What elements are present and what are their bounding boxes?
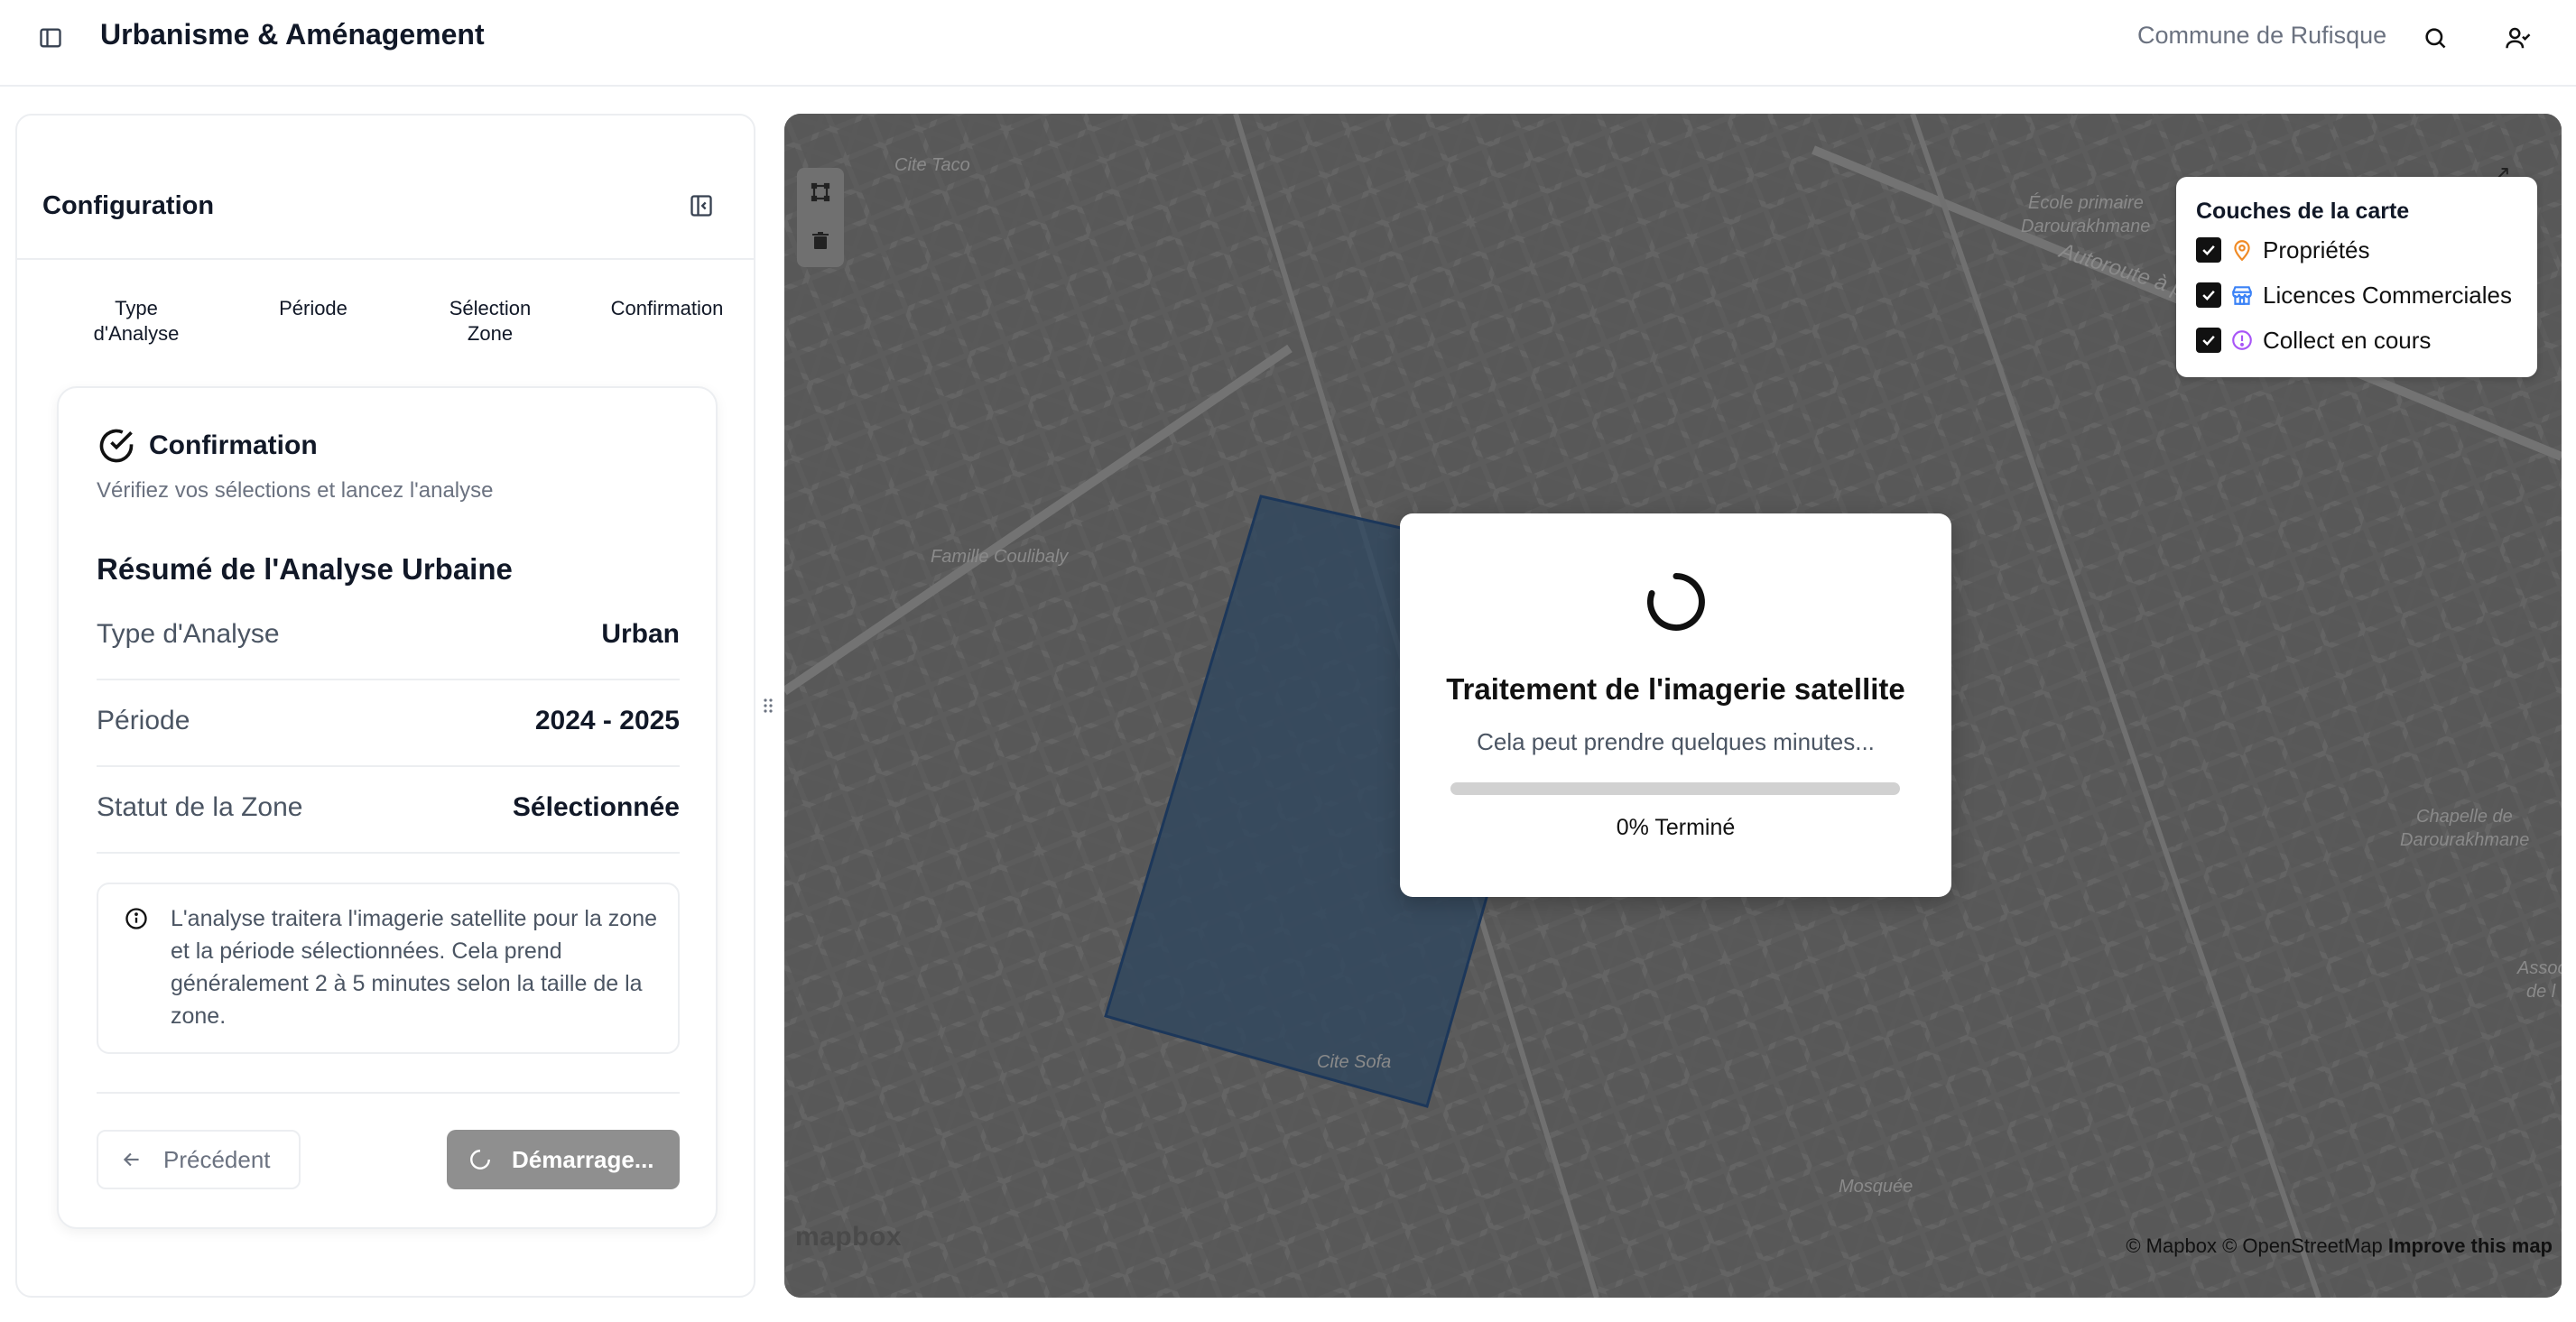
map-label: Cite Taco	[894, 155, 970, 175]
card-title-text: Confirmation	[149, 430, 318, 460]
summary-key: Période	[97, 706, 190, 735]
trash-icon	[812, 232, 829, 249]
sidebar-toggle-button[interactable]	[32, 20, 69, 56]
configuration-panel: Configuration Type d'Analyse Période Sél…	[15, 114, 755, 1298]
draw-controls	[797, 168, 844, 267]
step-label: Confirmation	[610, 297, 724, 319]
start-analysis-button[interactable]: Démarrage...	[447, 1130, 680, 1189]
summary-value: Urban	[601, 619, 680, 649]
user-check-icon	[2506, 27, 2531, 49]
delete-shape-button[interactable]	[797, 217, 844, 265]
step-type-analyse[interactable]: Type d'Analyse	[55, 296, 218, 347]
check-icon	[2202, 335, 2215, 346]
map-label: Cite Sofa	[1317, 1052, 1392, 1072]
check-circle-icon	[99, 429, 134, 463]
search-icon	[2425, 28, 2446, 49]
summary-key: Statut de la Zone	[97, 792, 303, 822]
confirmation-card: Confirmation Vérifiez vos sélections et …	[57, 386, 718, 1229]
map-view[interactable]: Cite Taco École primaire Darourakhmane A…	[784, 114, 2562, 1298]
map-layers-panel: Couches de la carte Propriétés Licences …	[2176, 177, 2537, 377]
step-confirmation[interactable]: Confirmation	[586, 296, 748, 321]
layer-label: Propriétés	[2263, 236, 2370, 263]
alert-circle-icon	[2232, 330, 2252, 350]
map-label: Darourakhmane	[2400, 830, 2530, 850]
attribution-mapbox[interactable]: © Mapbox	[2126, 1234, 2217, 1257]
modal-title: Traitement de l'imagerie satellite	[1446, 672, 1905, 706]
polygon-icon	[811, 182, 830, 202]
previous-label: Précédent	[163, 1145, 271, 1173]
step-label: Sélection	[449, 297, 532, 319]
spinner-icon	[1646, 573, 1705, 631]
card-title: Confirmation	[97, 426, 318, 466]
loader-icon	[470, 1150, 490, 1169]
map-label: Darourakhmane	[2021, 217, 2151, 236]
pin-icon	[2234, 240, 2250, 262]
map-label: Assoc	[2517, 958, 2562, 978]
store-icon	[2232, 286, 2252, 305]
checkbox[interactable]	[2196, 328, 2221, 353]
step-label: d'Analyse	[93, 322, 180, 345]
summary-value: 2024 - 2025	[534, 706, 680, 735]
step-selection-zone[interactable]: Sélection Zone	[409, 296, 571, 347]
checkbox[interactable]	[2196, 237, 2221, 263]
info-icon	[125, 908, 147, 929]
summary-row-zone: Statut de la Zone Sélectionnée	[97, 767, 680, 854]
check-icon	[2202, 290, 2215, 300]
info-text: L'analyse traitera l'imagerie satellite …	[171, 906, 658, 1029]
layers-title: Couches de la carte	[2196, 199, 2410, 224]
sidebar-icon	[40, 28, 61, 48]
layer-toggle-licences[interactable]: Licences Commerciales	[2196, 280, 2512, 310]
layer-toggle-proprietes[interactable]: Propriétés	[2196, 235, 2370, 265]
commune-name: Commune de Rufisque	[2137, 22, 2387, 49]
stepper: Type d'Analyse Période Sélection Zone Co…	[17, 296, 754, 368]
collapse-panel-button[interactable]	[683, 188, 719, 224]
map-label: Mosquée	[1839, 1177, 1913, 1197]
card-subtitle: Vérifiez vos sélections et lancez l'anal…	[97, 478, 494, 503]
search-button[interactable]	[2415, 18, 2455, 58]
progress-bar	[1450, 782, 1900, 795]
layer-label: Licences Commerciales	[2263, 281, 2512, 309]
grip-icon	[764, 698, 773, 713]
map-label: École primaire	[2028, 193, 2144, 213]
layer-label: Collect en cours	[2263, 326, 2432, 354]
checkbox[interactable]	[2196, 282, 2221, 308]
summary-row-periode: Période 2024 - 2025	[97, 680, 680, 767]
resize-handle[interactable]	[762, 695, 774, 716]
summary-value: Sélectionnée	[512, 792, 680, 822]
progress-label: 0% Terminé	[1616, 815, 1736, 840]
step-periode[interactable]: Période	[232, 296, 394, 321]
panel-header: Configuration	[17, 116, 754, 260]
attribution-osm[interactable]: © OpenStreetMap	[2222, 1234, 2383, 1257]
divider	[97, 1092, 680, 1094]
processing-modal: Traitement de l'imagerie satellite Cela …	[1400, 513, 1951, 897]
step-label: Période	[279, 297, 347, 319]
step-label: Type	[115, 297, 158, 319]
check-icon	[2202, 245, 2215, 255]
draw-polygon-button[interactable]	[797, 168, 844, 217]
map-attribution: © Mapbox © OpenStreetMap Improve this ma…	[2126, 1234, 2553, 1258]
map-label: Chapelle de	[2416, 807, 2513, 827]
panel-collapse-icon	[690, 195, 712, 217]
start-label: Démarrage...	[512, 1145, 654, 1173]
top-bar: Urbanisme & Aménagement Commune de Rufis…	[0, 0, 2576, 87]
summary-row-type: Type d'Analyse Urban	[97, 594, 680, 680]
map-label: Famille Coulibaly	[931, 547, 1069, 567]
modal-subtitle: Cela peut prendre quelques minutes...	[1477, 728, 1875, 755]
previous-button[interactable]: Précédent	[97, 1130, 301, 1189]
summary-key: Type d'Analyse	[97, 619, 280, 649]
map-label: de l	[2526, 982, 2556, 1002]
panel-title: Configuration	[42, 191, 215, 220]
layer-toggle-collect[interactable]: Collect en cours	[2196, 325, 2431, 356]
mapbox-logo: mapbox	[795, 1222, 903, 1252]
improve-map-link[interactable]: Improve this map	[2388, 1234, 2553, 1257]
page-title: Urbanisme & Aménagement	[100, 18, 485, 51]
user-button[interactable]	[2498, 18, 2538, 58]
arrow-left-icon	[123, 1152, 139, 1167]
info-box: L'analyse traitera l'imagerie satellite …	[97, 883, 680, 1054]
step-label: Zone	[467, 322, 514, 345]
summary-title: Résumé de l'Analyse Urbaine	[97, 552, 513, 586]
